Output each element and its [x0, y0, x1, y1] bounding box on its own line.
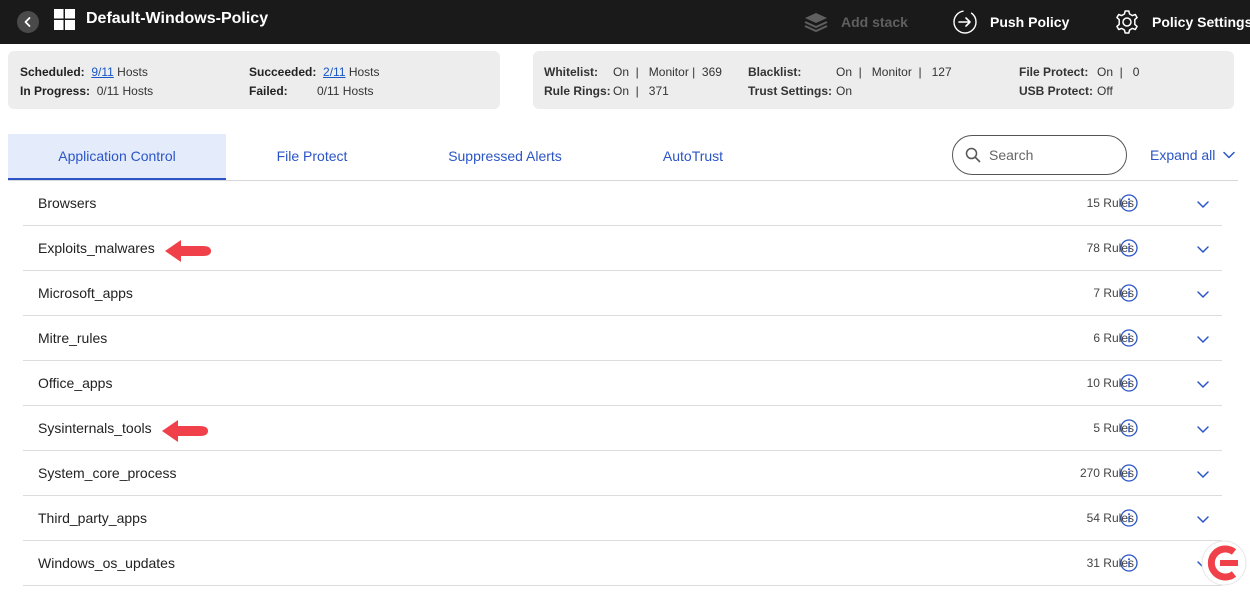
policy-summary-panel: Whitelist: On | Monitor | 369 Rule Rings…: [533, 51, 1234, 109]
info-icon[interactable]: [1120, 509, 1138, 527]
push-policy-button[interactable]: Push Policy: [952, 0, 1069, 44]
succeeded-stat: Succeeded: 2/11 Hosts: [249, 65, 380, 79]
host-status-panel: Scheduled: 9/11 Hosts In Progress: 0/11 …: [8, 51, 500, 109]
whitelist-label: Whitelist:: [544, 65, 598, 79]
rule-group-row[interactable]: System_core_process 270 Rules: [23, 451, 1222, 496]
brand-logo-icon[interactable]: [1198, 537, 1250, 589]
policy-title: Default-Windows-Policy: [86, 10, 269, 27]
info-icon[interactable]: [1120, 554, 1138, 572]
info-icon[interactable]: [1120, 194, 1138, 212]
search-icon: [965, 147, 981, 163]
chevron-down-icon[interactable]: [1196, 379, 1210, 389]
policy-settings-label: Policy Settings: [1152, 14, 1250, 30]
rule-group-name: Exploits_malwares: [38, 240, 155, 256]
gear-icon: [1116, 10, 1138, 34]
rule-group-row[interactable]: Mitre_rules 6 Rules: [23, 316, 1222, 361]
tab-application-control[interactable]: Application Control: [8, 134, 226, 180]
rule-group-row[interactable]: Browsers 15 Rules: [23, 181, 1222, 226]
info-icon[interactable]: [1120, 239, 1138, 257]
scheduled-hosts-link[interactable]: 9/11: [91, 65, 113, 79]
search-input[interactable]: [987, 144, 1116, 166]
chevron-down-icon[interactable]: [1196, 289, 1210, 299]
usb-protect-label: USB Protect:: [1019, 84, 1094, 98]
info-icon[interactable]: [1120, 419, 1138, 437]
chevron-down-icon[interactable]: [1196, 199, 1210, 209]
chevron-left-icon: [24, 17, 31, 27]
info-icon[interactable]: [1120, 329, 1138, 347]
expand-all-label: Expand all: [1150, 147, 1216, 163]
chevron-down-icon[interactable]: [1196, 514, 1210, 524]
chevron-down-icon[interactable]: [1196, 334, 1210, 344]
scheduled-stat: Scheduled: 9/11 Hosts: [20, 65, 148, 79]
tab-file-protect[interactable]: File Protect: [248, 134, 376, 178]
rule-group-row[interactable]: Microsoft_apps 7 Rules: [23, 271, 1222, 316]
file-protect-value: On | 0: [1097, 65, 1140, 79]
rule-group-name: Windows_os_updates: [38, 555, 175, 571]
trust-settings-label: Trust Settings:: [748, 84, 833, 98]
failed-value: 0/11 Hosts: [317, 84, 374, 98]
whitelist-value: On | Monitor | 369: [613, 65, 722, 79]
policy-settings-button[interactable]: Policy Settings: [1114, 0, 1250, 44]
info-icon[interactable]: [1120, 284, 1138, 302]
rule-group-name: System_core_process: [38, 465, 177, 481]
back-button[interactable]: [17, 11, 39, 33]
push-policy-label: Push Policy: [990, 14, 1070, 30]
top-bar: Default-Windows-Policy Add stack Push Po…: [0, 0, 1250, 44]
annotation-arrow: [162, 420, 208, 442]
search-box[interactable]: [952, 135, 1127, 175]
rule-rings-label: Rule Rings:: [544, 84, 611, 98]
add-stack-label: Add stack: [841, 14, 908, 30]
add-stack-button[interactable]: Add stack: [803, 0, 908, 44]
blacklist-label: Blacklist:: [748, 65, 802, 79]
info-icon[interactable]: [1120, 374, 1138, 392]
tab-suppressed-alerts[interactable]: Suppressed Alerts: [428, 134, 582, 178]
rule-group-row[interactable]: Third_party_apps 54 Rules: [23, 496, 1222, 541]
in-progress-stat: In Progress: 0/11 Hosts: [20, 84, 154, 98]
push-arrow-icon: [953, 10, 977, 34]
rule-group-row[interactable]: Office_apps 10 Rules: [23, 361, 1222, 406]
failed-stat: Failed:: [249, 84, 288, 98]
trust-settings-value: On: [836, 84, 853, 98]
rule-group-name: Sysinternals_tools: [38, 420, 152, 436]
expand-all-button[interactable]: Expand all: [1150, 147, 1236, 163]
annotation-arrow: [165, 240, 211, 262]
chevron-down-icon[interactable]: [1196, 244, 1210, 254]
rule-group-name: Browsers: [38, 195, 97, 211]
rule-group-name: Microsoft_apps: [38, 285, 133, 301]
tab-autotrust[interactable]: AutoTrust: [638, 134, 748, 178]
rule-group-name: Office_apps: [38, 375, 113, 391]
rule-group-row[interactable]: Sysinternals_tools 5 Rules: [23, 406, 1222, 451]
file-protect-label: File Protect:: [1019, 65, 1089, 79]
windows-logo-icon: [54, 9, 75, 30]
chevron-down-icon: [1223, 151, 1236, 159]
succeeded-hosts-link[interactable]: 2/11: [323, 65, 345, 79]
rule-group-list: Browsers 15 Rules Exploits_malwares 78 Rule…: [23, 181, 1222, 586]
chevron-down-icon[interactable]: [1196, 424, 1210, 434]
rule-group-name: Mitre_rules: [38, 330, 108, 346]
layers-icon: [804, 13, 828, 33]
rule-group-row[interactable]: Exploits_malwares 78 Rules: [23, 226, 1222, 271]
blacklist-value: On | Monitor | 127: [836, 65, 952, 79]
rule-rings-value: On | 371: [613, 84, 669, 98]
rule-group-row[interactable]: Windows_os_updates 31 Rules: [23, 541, 1222, 586]
rule-group-name: Third_party_apps: [38, 510, 147, 526]
usb-protect-value: Off: [1097, 84, 1113, 98]
info-icon[interactable]: [1120, 464, 1138, 482]
chevron-down-icon[interactable]: [1196, 469, 1210, 479]
